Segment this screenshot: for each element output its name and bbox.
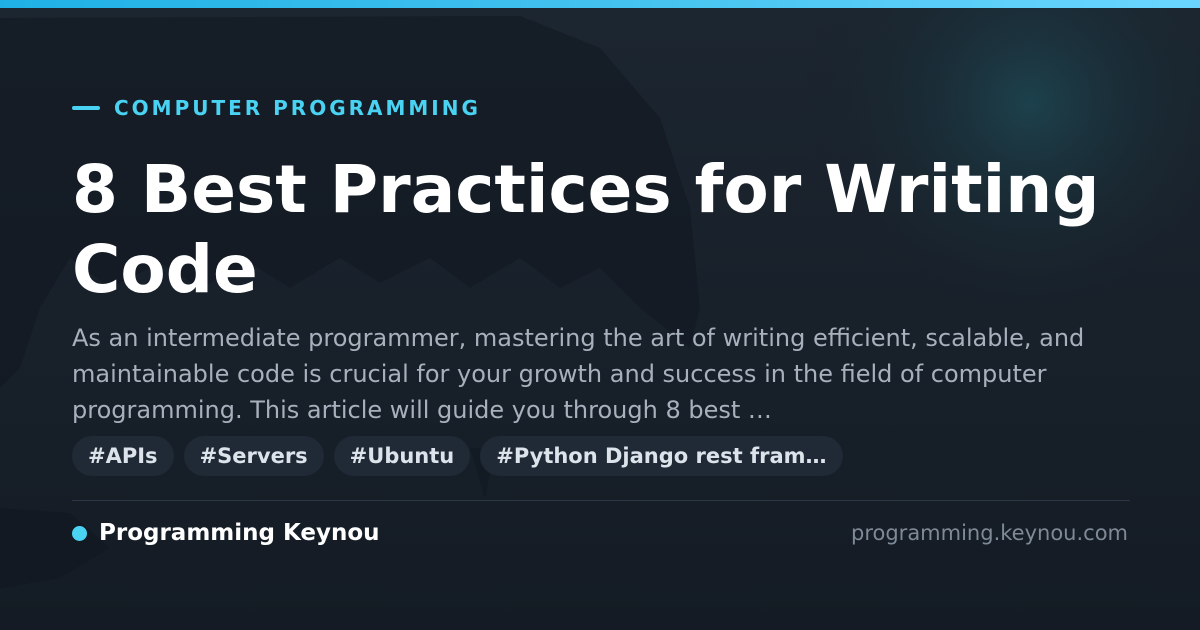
article-title: 8 Best Practices for Writing Code: [72, 151, 1100, 308]
site-domain[interactable]: programming.keynou.com: [851, 518, 1128, 548]
tag-list: #APIs #Servers #Ubuntu #Python Django re…: [72, 436, 843, 476]
category-dash: [72, 106, 100, 110]
tag-python-django[interactable]: #Python Django rest fram…: [480, 436, 843, 476]
brand-dot-icon: [72, 525, 87, 541]
top-accent-bar: [0, 0, 1200, 8]
category-text: COMPUTER PROGRAMMING: [114, 96, 481, 120]
site-name: Programming Keynou: [99, 520, 380, 546]
tag-apis[interactable]: #APIs: [72, 436, 174, 476]
tag-servers[interactable]: #Servers: [183, 436, 324, 476]
category-label: COMPUTER PROGRAMMING: [72, 95, 481, 121]
article-description: As an intermediate programmer, mastering…: [72, 324, 1085, 424]
tag-ubuntu[interactable]: #Ubuntu: [333, 436, 471, 476]
site-brand[interactable]: Programming Keynou: [72, 518, 380, 548]
footer-divider: [72, 500, 1130, 501]
